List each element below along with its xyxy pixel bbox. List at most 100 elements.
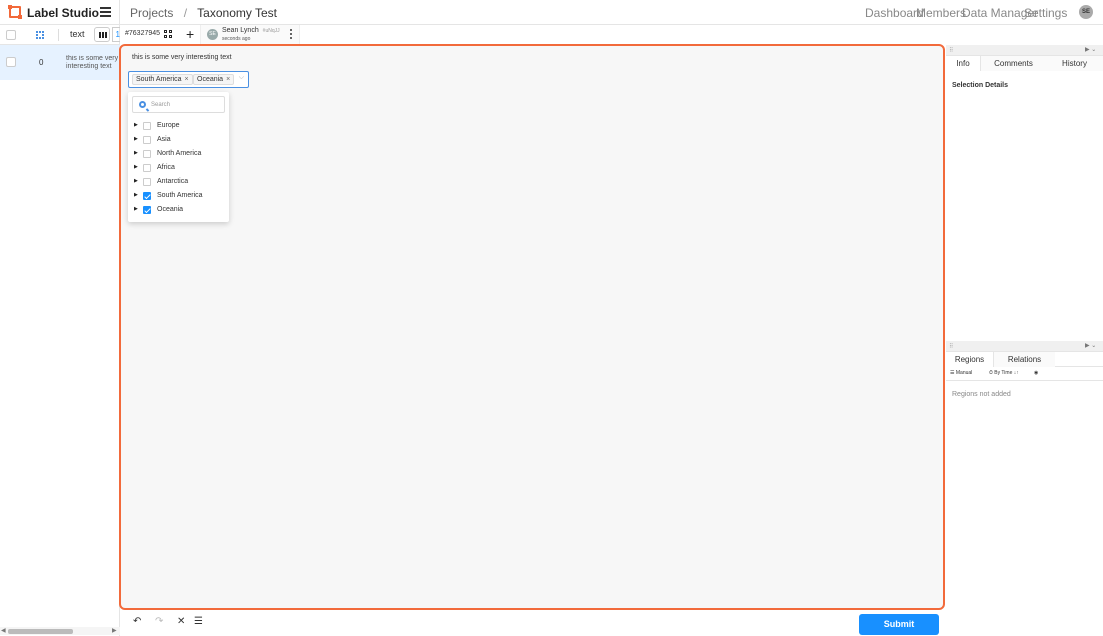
tab-history[interactable]: History xyxy=(1046,56,1103,71)
top-header: Label Studio Projects / Taxonomy Test Da… xyxy=(0,0,1103,25)
option-checkbox[interactable] xyxy=(143,122,151,130)
annotator-name-text: Sean Lynch xyxy=(222,27,259,34)
annotation-toolbar: #76327945 + SE Sean Lynch #uNqJJ seconds… xyxy=(120,25,1103,44)
expand-arrow-icon[interactable]: ▶ xyxy=(134,206,138,212)
panel-controls-icon[interactable]: ▶ ⌄ xyxy=(1085,46,1096,53)
nav-settings[interactable]: Settings xyxy=(1024,6,1067,20)
search-icon xyxy=(139,101,146,108)
annotation-tab[interactable]: SE Sean Lynch #uNqJJ seconds ago xyxy=(200,25,300,44)
by-time-label: By Time xyxy=(994,370,1013,376)
panel-controls-icon[interactable]: ▶ ⌄ xyxy=(1085,342,1096,349)
column-header-text[interactable]: text xyxy=(70,29,85,39)
drag-handle-icon[interactable]: ⠿ xyxy=(949,343,953,350)
annotations-grid-icon[interactable] xyxy=(164,30,173,39)
tag-label: Oceania xyxy=(197,76,224,83)
select-all-checkbox[interactable] xyxy=(6,30,16,40)
expand-arrow-icon[interactable]: ▶ xyxy=(134,192,138,198)
row-id: 0 xyxy=(39,58,44,67)
chevron-down-icon[interactable]: ⌵ xyxy=(239,74,244,82)
more-options-icon[interactable] xyxy=(290,29,293,40)
redo-icon[interactable]: ↷ xyxy=(155,616,163,627)
by-time-sort[interactable]: ⏱ By Time ↓↑ xyxy=(989,370,1019,376)
search-input[interactable]: Search xyxy=(132,96,225,113)
taxonomy-option[interactable]: ▶ Oceania xyxy=(132,204,227,216)
scroll-left-icon[interactable]: ◀ xyxy=(1,627,6,634)
option-label[interactable]: North America xyxy=(157,150,201,157)
taxonomy-option[interactable]: ▶ Antarctica xyxy=(132,176,227,188)
grid-view-icon[interactable] xyxy=(36,31,44,39)
option-checkbox-checked[interactable] xyxy=(143,192,151,200)
option-label[interactable]: Africa xyxy=(157,164,175,171)
bottom-toolbar: ↶ ↷ ✕ ☰ Submit xyxy=(120,612,945,636)
taxonomy-option[interactable]: ▶ North America xyxy=(132,148,227,160)
columns-button[interactable] xyxy=(94,27,110,42)
tab-relations[interactable]: Relations xyxy=(994,352,1055,367)
expand-arrow-icon[interactable]: ▶ xyxy=(134,178,138,184)
option-checkbox[interactable] xyxy=(143,178,151,186)
selected-tag: Oceania × xyxy=(193,74,235,85)
taxonomy-option[interactable]: ▶ Asia xyxy=(132,134,227,146)
nav-dashboard[interactable]: Dashboard xyxy=(865,6,924,20)
expand-arrow-icon[interactable]: ▶ xyxy=(134,136,138,142)
taxonomy-option[interactable]: ▶ Africa xyxy=(132,162,227,174)
annotator-name: Sean Lynch #uNqJJ xyxy=(222,27,280,34)
regions-tabs: Regions Relations xyxy=(946,352,1103,367)
logo-area: Label Studio xyxy=(0,0,120,25)
row-text: this is some very interesting text xyxy=(66,55,119,70)
drag-handle-icon[interactable]: ⠿ xyxy=(949,47,953,54)
horizontal-scrollbar[interactable]: ◀ ▶ xyxy=(0,627,120,635)
expand-arrow-icon[interactable]: ▶ xyxy=(134,150,138,156)
nav-members[interactable]: Members xyxy=(916,6,966,20)
taxonomy-select[interactable]: South America × Oceania × ⌵ xyxy=(128,71,249,88)
annotator-avatar: SE xyxy=(207,29,218,40)
taxonomy-dropdown: Search ▶ Europe ▶ Asia ▶ North America ▶… xyxy=(128,92,229,222)
option-checkbox[interactable] xyxy=(143,150,151,158)
tab-comments[interactable]: Comments xyxy=(981,56,1046,71)
option-checkbox-checked[interactable] xyxy=(143,206,151,214)
data-panel-toolbar: text 1 xyxy=(0,25,120,45)
option-label[interactable]: Europe xyxy=(157,122,180,129)
option-checkbox[interactable] xyxy=(143,136,151,144)
expand-arrow-icon[interactable]: ▶ xyxy=(134,164,138,170)
settings-sliders-icon[interactable]: ☰ xyxy=(194,616,203,627)
table-row[interactable]: 0 this is some very interesting text xyxy=(0,45,120,80)
regions-panel-header[interactable]: ⠿ ▶ ⌄ xyxy=(946,341,1103,352)
expand-arrow-icon[interactable]: ▶ xyxy=(134,122,138,128)
option-label[interactable]: South America xyxy=(157,192,203,199)
info-tabs: Info Comments History xyxy=(946,56,1103,71)
user-avatar[interactable]: SE xyxy=(1079,5,1093,19)
breadcrumb-current[interactable]: Taxonomy Test xyxy=(197,6,277,20)
option-label[interactable]: Oceania xyxy=(157,206,183,213)
visibility-icon[interactable]: ◉ xyxy=(1034,370,1038,376)
scroll-right-icon[interactable]: ▶ xyxy=(112,627,117,634)
reset-icon[interactable]: ✕ xyxy=(177,616,185,627)
submit-button[interactable]: Submit xyxy=(859,614,939,635)
menu-icon[interactable] xyxy=(100,7,111,17)
breadcrumb: Projects / Taxonomy Test xyxy=(130,6,277,20)
remove-tag-icon[interactable]: × xyxy=(185,76,189,83)
labeling-area: this is some very interesting text South… xyxy=(119,44,945,610)
task-id: #76327945 xyxy=(125,30,161,37)
toolbar-divider xyxy=(58,29,59,41)
undo-icon[interactable]: ↶ xyxy=(133,616,141,627)
add-annotation-icon[interactable]: + xyxy=(186,25,194,43)
option-label[interactable]: Asia xyxy=(157,136,171,143)
info-panel-header[interactable]: ⠿ ▶ ⌄ xyxy=(946,45,1103,56)
taxonomy-option[interactable]: ▶ Europe xyxy=(132,120,227,132)
option-label[interactable]: Antarctica xyxy=(157,178,188,185)
manual-sort-label: Manual xyxy=(955,370,973,376)
sort-lines-icon: ☰ xyxy=(950,370,955,376)
manual-sort[interactable]: ☰ Manual xyxy=(950,370,972,376)
columns-more-badge[interactable]: 1 xyxy=(112,27,120,42)
scrollbar-thumb[interactable] xyxy=(8,629,73,634)
taxonomy-option[interactable]: ▶ South America xyxy=(132,190,227,202)
data-panel: text 1 0 this is some very interesting t… xyxy=(0,25,120,636)
remove-tag-icon[interactable]: × xyxy=(226,76,230,83)
tab-regions[interactable]: Regions xyxy=(946,352,994,367)
option-checkbox[interactable] xyxy=(143,164,151,172)
tab-info[interactable]: Info xyxy=(946,56,981,71)
empty-regions-text: Regions not added xyxy=(952,391,1011,398)
sort-order-icon[interactable]: ↓↑ xyxy=(1014,370,1019,376)
breadcrumb-projects[interactable]: Projects xyxy=(130,6,173,20)
row-checkbox[interactable] xyxy=(6,57,16,67)
